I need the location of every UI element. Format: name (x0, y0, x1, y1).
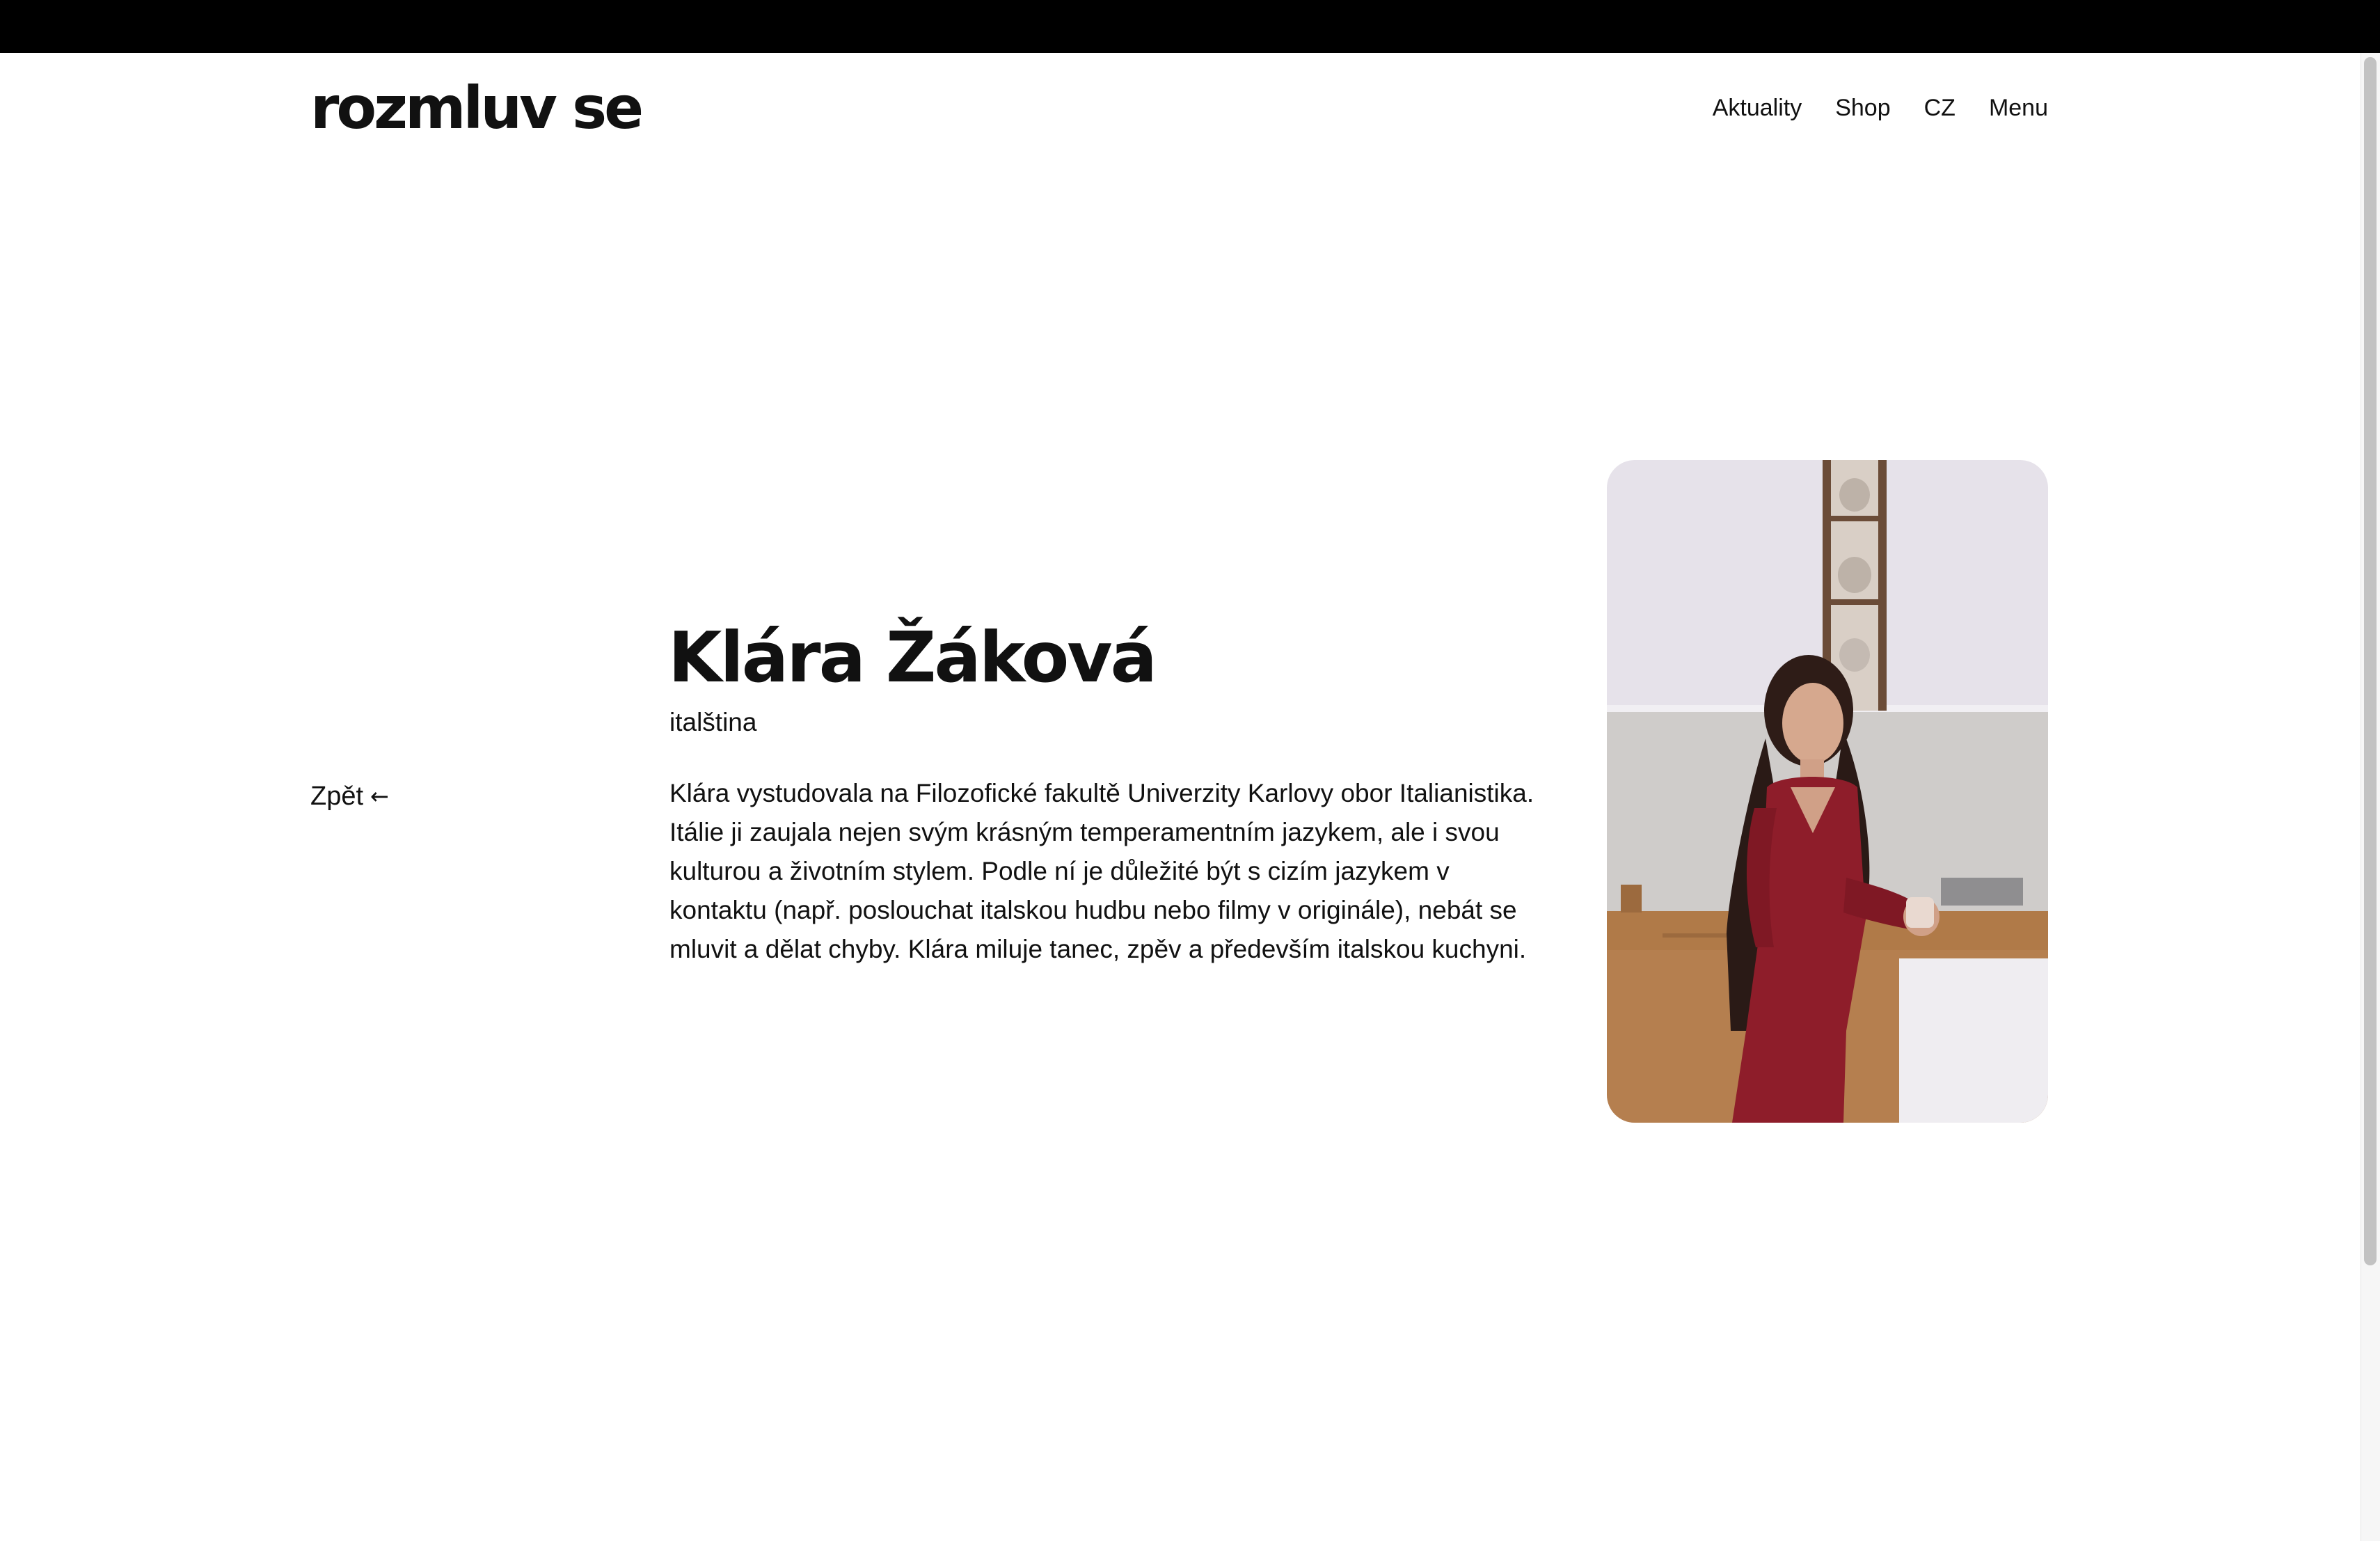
scrollbar-thumb[interactable] (2364, 57, 2377, 1265)
back-link-label: Zpět (310, 781, 364, 811)
teacher-photo (1607, 460, 2048, 1123)
teacher-bio: Klára vystudovala na Filozofické fakultě… (669, 779, 1534, 963)
main-nav: Aktuality Shop CZ Menu (1713, 90, 2048, 125)
teacher-name: Klára Žáková (668, 617, 1157, 698)
nav-item-shop[interactable]: Shop (1835, 90, 1890, 125)
teacher-subject: italština (669, 708, 757, 736)
language-switch[interactable]: CZ (1924, 90, 1955, 125)
arrow-left-icon: ← (370, 783, 389, 809)
back-link[interactable]: Zpět ← (310, 778, 389, 814)
menu-button[interactable]: Menu (1989, 90, 2048, 125)
nav-item-aktuality[interactable]: Aktuality (1713, 90, 1802, 125)
site-logo[interactable]: rozmluv se (310, 77, 644, 139)
browser-top-bar (0, 0, 2380, 53)
